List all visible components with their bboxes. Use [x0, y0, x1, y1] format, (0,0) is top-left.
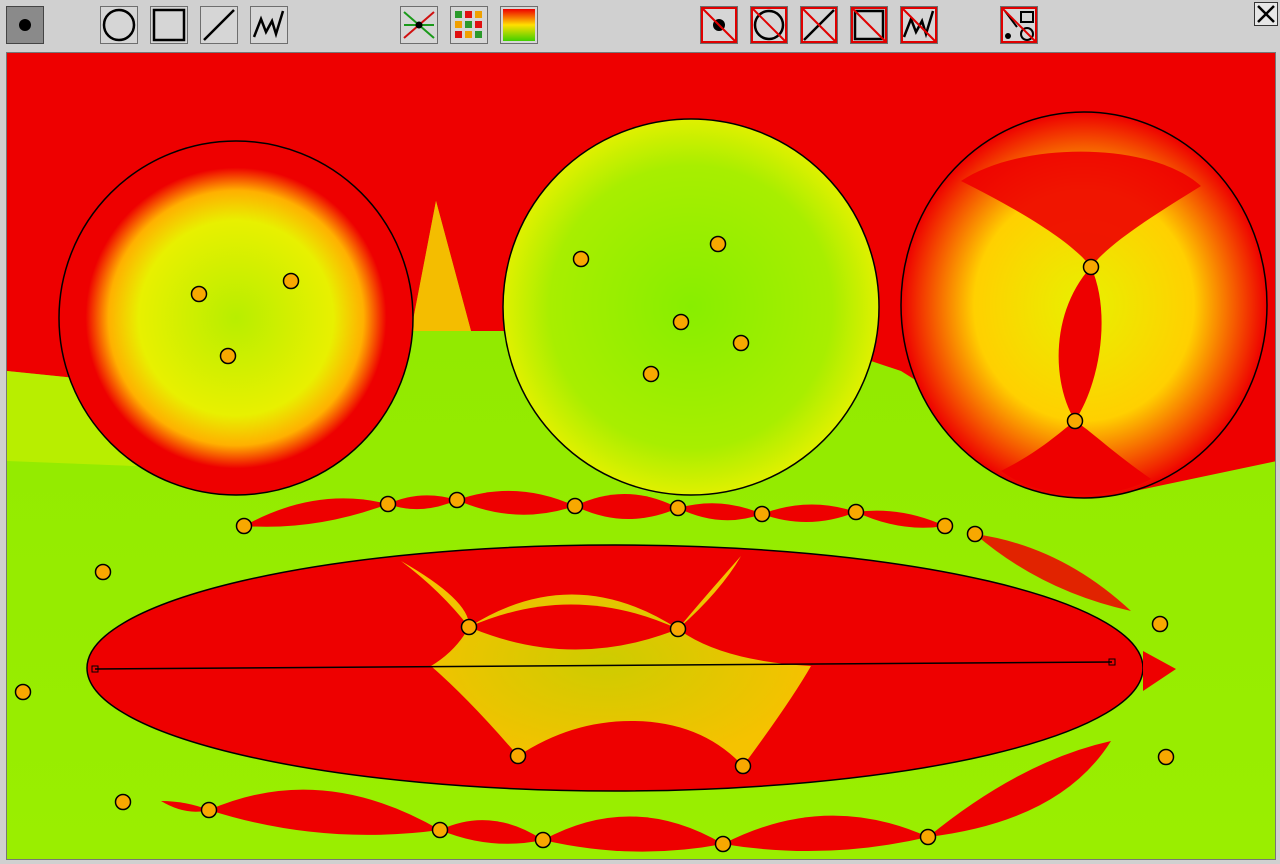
grid-color-tool-button[interactable] — [450, 6, 488, 44]
delete-point-icon — [701, 7, 737, 43]
toolbar — [0, 0, 1280, 52]
delete-circle-icon — [751, 7, 787, 43]
site-point[interactable] — [572, 250, 590, 268]
site-point[interactable] — [669, 499, 687, 517]
delete-polyline-tool-button[interactable] — [900, 6, 938, 44]
site-point[interactable] — [709, 235, 727, 253]
site-point[interactable] — [219, 347, 237, 365]
grid-color-icon — [455, 11, 482, 38]
site-point[interactable] — [282, 272, 300, 290]
site-point[interactable] — [460, 618, 478, 636]
circle-shape[interactable] — [503, 119, 879, 495]
site-point[interactable] — [379, 495, 397, 513]
site-point[interactable] — [509, 747, 527, 765]
square-icon — [152, 8, 186, 42]
site-point[interactable] — [966, 525, 984, 543]
site-point[interactable] — [669, 620, 687, 638]
delete-line-icon — [801, 7, 837, 43]
site-point[interactable] — [714, 835, 732, 853]
line-icon — [203, 9, 235, 41]
site-point[interactable] — [672, 313, 690, 331]
site-point[interactable] — [114, 793, 132, 811]
site-point[interactable] — [448, 491, 466, 509]
site-point[interactable] — [642, 365, 660, 383]
delete-square-tool-button[interactable] — [850, 6, 888, 44]
site-point[interactable] — [847, 503, 865, 521]
site-point[interactable] — [734, 757, 752, 775]
site-point[interactable] — [1157, 748, 1175, 766]
circle-tool-button[interactable] — [100, 6, 138, 44]
site-point[interactable] — [1151, 615, 1169, 633]
site-point[interactable] — [534, 831, 552, 849]
site-point[interactable] — [936, 517, 954, 535]
delete-point-tool-button[interactable] — [700, 6, 738, 44]
delete-line-tool-button[interactable] — [800, 6, 838, 44]
site-point[interactable] — [732, 334, 750, 352]
site-point[interactable] — [753, 505, 771, 523]
line-tool-button[interactable] — [200, 6, 238, 44]
clear-all-icon — [1001, 7, 1037, 43]
close-icon — [1257, 5, 1275, 23]
delete-square-icon — [851, 7, 887, 43]
voronoi-icon — [403, 11, 435, 39]
voronoi-tool-button[interactable] — [400, 6, 438, 44]
circle-shape[interactable] — [59, 141, 413, 495]
site-point[interactable] — [14, 683, 32, 701]
site-point[interactable] — [919, 828, 937, 846]
point-tool-button[interactable] — [6, 6, 44, 44]
site-point[interactable] — [190, 285, 208, 303]
gradient-tool-button[interactable] — [500, 6, 538, 44]
site-point[interactable] — [200, 801, 218, 819]
site-point[interactable] — [566, 497, 584, 515]
gradient-icon — [503, 9, 535, 41]
site-point[interactable] — [431, 821, 449, 839]
drawing-canvas[interactable] — [6, 52, 1276, 860]
site-point[interactable] — [1082, 258, 1100, 276]
clear-all-tool-button[interactable] — [1000, 6, 1038, 44]
square-tool-button[interactable] — [150, 6, 188, 44]
delete-polyline-icon — [901, 7, 937, 43]
point-icon — [19, 19, 31, 31]
site-point[interactable] — [94, 563, 112, 581]
polyline-tool-button[interactable] — [250, 6, 288, 44]
site-point[interactable] — [235, 517, 253, 535]
polyline-icon — [252, 10, 285, 39]
circle-icon — [102, 8, 136, 42]
site-point[interactable] — [1066, 412, 1084, 430]
canvas-svg — [7, 53, 1275, 859]
close-button[interactable] — [1254, 2, 1278, 26]
delete-circle-tool-button[interactable] — [750, 6, 788, 44]
